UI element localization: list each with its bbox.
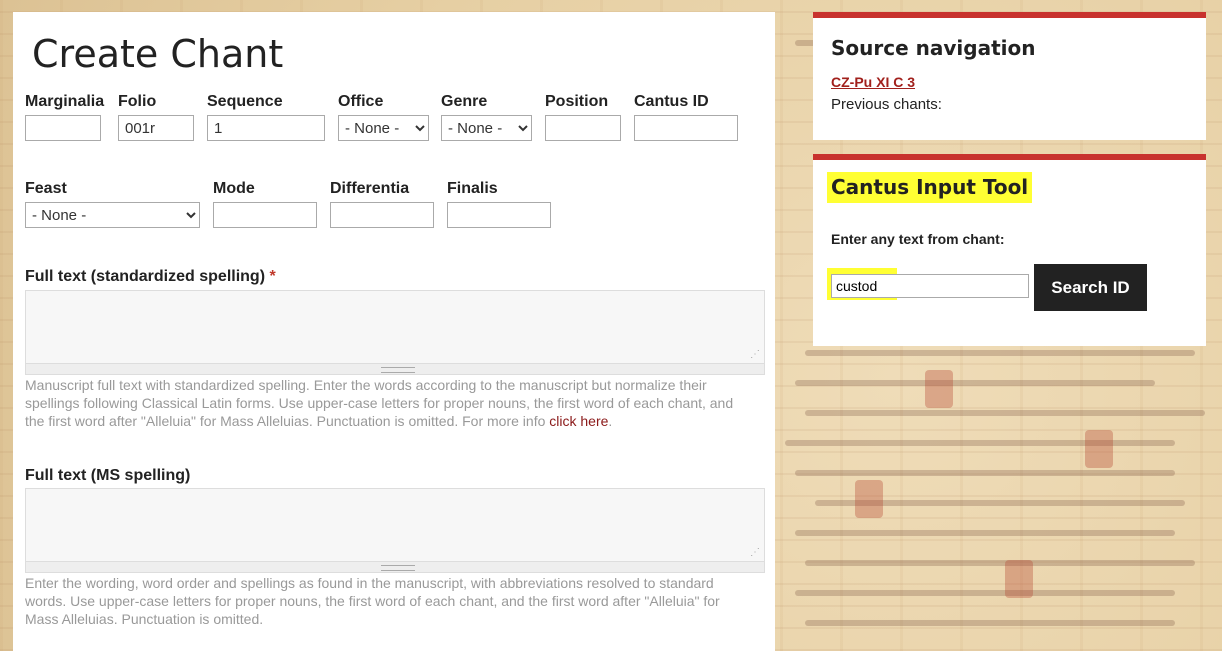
full-text-ms-help: Enter the wording, word order and spelli… [25, 575, 720, 627]
folio-label: Folio [118, 93, 157, 110]
source-navigation-title: Source navigation [831, 36, 1036, 60]
full-text-ms-area: ⋰ [25, 488, 765, 573]
source-link[interactable]: CZ-Pu XI C 3 [831, 74, 915, 90]
marginalia-label: Marginalia [25, 93, 105, 110]
mode-field-group: Mode [213, 180, 317, 228]
feast-label: Feast [25, 180, 67, 197]
cantus-input-tool-card: Cantus Input Tool Enter any text from ch… [813, 154, 1206, 346]
office-field-group: Office - None - [338, 93, 429, 141]
cantus-tool-prompt: Enter any text from chant: [831, 231, 1005, 247]
marginalia-input[interactable] [25, 115, 101, 141]
position-input[interactable] [545, 115, 621, 141]
folio-field-group: Folio [118, 93, 194, 141]
cantus-id-field-group: Cantus ID [634, 93, 738, 141]
differentia-field-group: Differentia [330, 180, 434, 228]
office-label: Office [338, 93, 384, 110]
finalis-field-group: Finalis [447, 180, 551, 228]
differentia-input[interactable] [330, 202, 434, 228]
textarea-grippie[interactable] [26, 561, 764, 572]
full-text-std-help: Manuscript full text with standardized s… [25, 376, 755, 430]
click-here-link[interactable]: click here [549, 413, 608, 429]
textarea-grippie[interactable] [26, 363, 764, 374]
source-navigation-card: Source navigation CZ-Pu XI C 3 Previous … [813, 12, 1206, 140]
differentia-label: Differentia [330, 180, 410, 197]
genre-label: Genre [441, 93, 488, 110]
genre-field-group: Genre - None - [441, 93, 532, 141]
cantus-text-input[interactable] [831, 274, 1029, 298]
finalis-label: Finalis [447, 180, 498, 197]
mode-label: Mode [213, 180, 255, 197]
full-text-std-label: Full text (standardized spelling) [25, 268, 266, 285]
previous-chants-label: Previous chants: [831, 96, 942, 113]
cantus-id-label: Cantus ID [634, 93, 709, 110]
full-text-ms-label: Full text (MS spelling) [25, 467, 191, 484]
full-text-ms-textarea[interactable] [26, 489, 764, 561]
help-end-period: . [608, 413, 613, 429]
feast-select[interactable]: - None - [25, 202, 200, 228]
finalis-input[interactable] [447, 202, 551, 228]
sequence-label: Sequence [207, 93, 283, 110]
sequence-field-group: Sequence [207, 93, 325, 141]
page-title: Create Chant [32, 32, 284, 76]
full-text-std-help-text: Manuscript full text with standardized s… [25, 377, 734, 429]
resize-handle-icon: ⋰ [750, 547, 760, 558]
feast-field-group: Feast - None - [25, 180, 200, 228]
genre-select[interactable]: - None - [441, 115, 532, 141]
cantus-input-tool-title: Cantus Input Tool [827, 172, 1033, 203]
full-text-std-textarea[interactable] [26, 291, 764, 363]
cantus-id-input[interactable] [634, 115, 738, 141]
folio-input[interactable] [118, 115, 194, 141]
search-id-button[interactable]: Search ID [1034, 264, 1147, 311]
office-select[interactable]: - None - [338, 115, 429, 141]
required-mark: * [269, 268, 276, 285]
marginalia-field-group: Marginalia [25, 93, 104, 141]
position-label: Position [545, 93, 609, 110]
resize-handle-icon: ⋰ [750, 349, 760, 360]
sequence-input[interactable] [207, 115, 325, 141]
full-text-std-area: ⋰ [25, 290, 765, 375]
position-field-group: Position [545, 93, 621, 141]
mode-input[interactable] [213, 202, 317, 228]
create-chant-form: Create Chant Marginalia Folio Sequence O… [13, 12, 775, 651]
full-text-std-label-group: Full text (standardized spelling) * [25, 268, 276, 286]
